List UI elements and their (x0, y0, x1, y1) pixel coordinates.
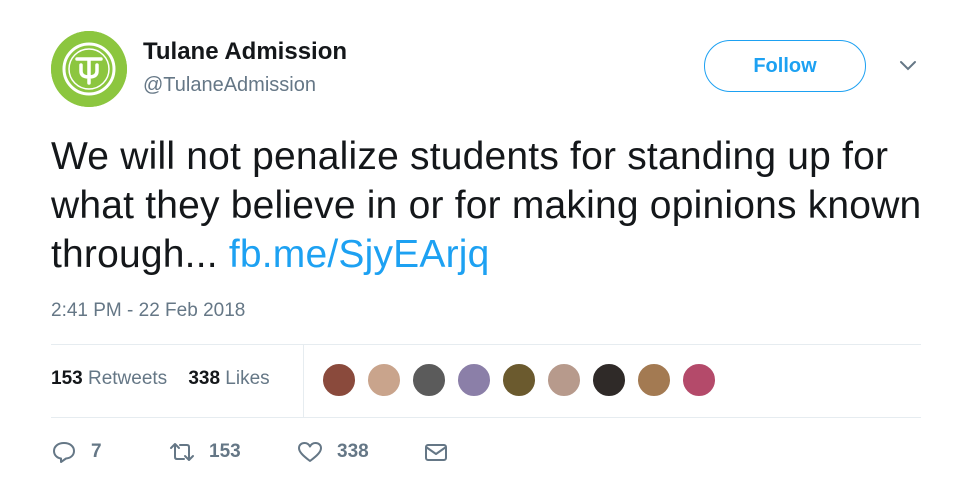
follow-button[interactable]: Follow (704, 40, 866, 92)
direct-message-button[interactable] (423, 440, 449, 464)
tweet-stats: 153 Retweets 338 Likes (51, 368, 270, 390)
retweet-icon (170, 443, 194, 461)
account-handle[interactable]: @TulaneAdmission (143, 74, 316, 97)
avatar[interactable] (51, 31, 127, 107)
likes-label: Likes (225, 368, 270, 389)
liker-avatar[interactable] (501, 362, 537, 398)
retweet-count: 153 (209, 441, 241, 462)
liker-avatar[interactable] (366, 362, 402, 398)
tweet-timestamp[interactable]: 2:41 PM - 22 Feb 2018 (51, 300, 245, 322)
liker-avatar[interactable] (411, 362, 447, 398)
retweets-stat[interactable]: 153 Retweets (51, 368, 167, 389)
like-count: 338 (337, 441, 369, 462)
envelope-icon (425, 444, 447, 461)
liker-avatar[interactable] (456, 362, 492, 398)
tweet-actions: 7 153 338 (51, 440, 449, 464)
likes-count: 338 (188, 368, 221, 389)
stats-divider (303, 345, 304, 417)
reply-count: 7 (91, 441, 102, 462)
chevron-down-icon[interactable] (898, 58, 918, 74)
liker-avatar[interactable] (636, 362, 672, 398)
retweets-count: 153 (51, 368, 83, 389)
display-name[interactable]: Tulane Admission (143, 38, 347, 66)
tweet-link[interactable]: fb.me/SjyEArjq (229, 233, 490, 276)
divider (51, 417, 921, 418)
heart-icon (298, 442, 322, 462)
tweet-text: We will not penalize students for standi… (51, 132, 931, 279)
tulane-logo-icon (51, 31, 127, 107)
liker-avatar[interactable] (591, 362, 627, 398)
liker-avatar[interactable] (321, 362, 357, 398)
retweet-button[interactable]: 153 (169, 440, 297, 464)
likes-stat[interactable]: 338 Likes (188, 368, 269, 389)
retweets-label: Retweets (87, 368, 168, 389)
liker-avatars (321, 362, 726, 398)
like-button[interactable]: 338 (297, 440, 423, 464)
liker-avatar[interactable] (546, 362, 582, 398)
divider (51, 344, 921, 345)
reply-button[interactable]: 7 (51, 440, 169, 464)
reply-icon (53, 442, 75, 463)
liker-avatar[interactable] (681, 362, 717, 398)
